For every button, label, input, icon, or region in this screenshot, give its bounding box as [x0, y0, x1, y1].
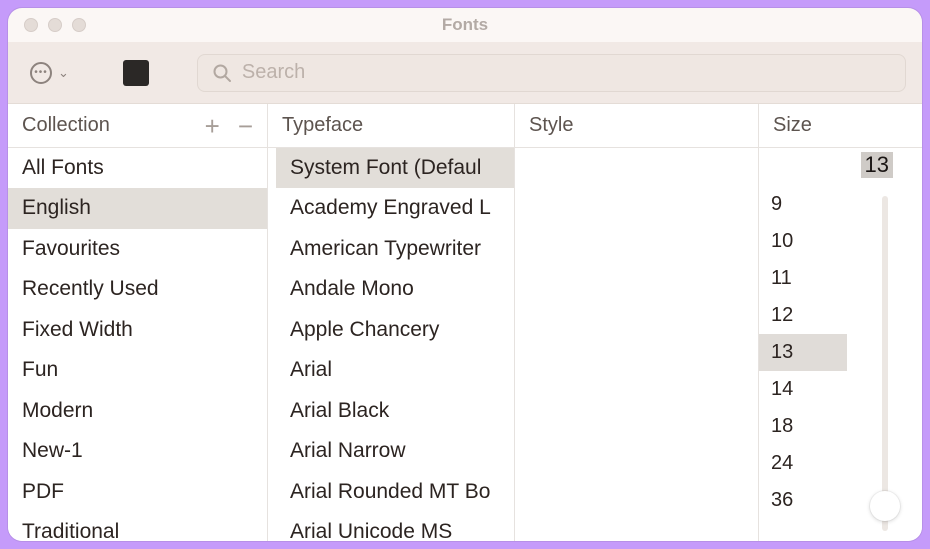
toolbar: ••• ⌄ [8, 42, 922, 104]
style-header: Style [515, 104, 759, 147]
fonts-window: Fonts ••• ⌄ Collection + − Typeface S [8, 8, 922, 541]
size-option[interactable]: 12 [759, 297, 847, 334]
size-input-wrap: 13 [759, 148, 922, 186]
size-slider[interactable] [847, 186, 922, 541]
size-option[interactable]: 14 [759, 371, 847, 408]
collection-column: All FontsEnglishFavouritesRecently UsedF… [8, 148, 268, 541]
collection-header: Collection + − [8, 104, 268, 147]
panel-body: All FontsEnglishFavouritesRecently UsedF… [8, 148, 922, 541]
color-swatch[interactable] [123, 60, 149, 86]
typeface-item[interactable]: Academy Engraved L [276, 188, 514, 228]
search-input[interactable] [242, 61, 891, 84]
size-option[interactable]: 9 [759, 186, 847, 223]
collection-item[interactable]: Traditional [8, 512, 267, 541]
typeface-item[interactable]: System Font (Defaul [276, 148, 514, 188]
collection-item[interactable]: Fixed Width [8, 310, 267, 350]
window-controls [8, 18, 86, 32]
remove-collection-button[interactable]: − [238, 113, 253, 139]
typeface-item[interactable]: Arial [276, 350, 514, 390]
style-header-label: Style [529, 114, 573, 137]
typeface-item[interactable]: Apple Chancery [276, 310, 514, 350]
collection-item[interactable]: PDF [8, 472, 267, 512]
size-option[interactable]: 18 [759, 408, 847, 445]
titlebar: Fonts [8, 8, 922, 42]
add-collection-button[interactable]: + [205, 113, 220, 139]
collection-item[interactable]: New-1 [8, 431, 267, 471]
zoom-window-button[interactable] [72, 18, 86, 32]
size-header: Size [759, 104, 922, 147]
search-field-wrapper [197, 54, 906, 92]
chevron-down-icon: ⌄ [58, 65, 69, 81]
size-option[interactable]: 13 [759, 334, 847, 371]
collection-header-label: Collection [22, 114, 110, 137]
collection-item[interactable]: Recently Used [8, 269, 267, 309]
typeface-item[interactable]: American Typewriter [276, 229, 514, 269]
size-input[interactable]: 13 [809, 152, 897, 182]
collection-item[interactable]: Modern [8, 391, 267, 431]
typeface-item[interactable]: Arial Unicode MS [276, 512, 514, 541]
minimize-window-button[interactable] [48, 18, 62, 32]
collection-item[interactable]: Fun [8, 350, 267, 390]
column-headers: Collection + − Typeface Style Size [8, 104, 922, 148]
slider-thumb[interactable] [870, 491, 900, 521]
size-option[interactable]: 36 [759, 482, 847, 519]
ellipsis-icon: ••• [30, 62, 52, 84]
size-option[interactable]: 11 [759, 260, 847, 297]
collection-item[interactable]: All Fonts [8, 148, 267, 188]
close-window-button[interactable] [24, 18, 38, 32]
size-list: 91011121314182436 [759, 186, 847, 541]
slider-track [882, 196, 888, 531]
collection-item[interactable]: Favourites [8, 229, 267, 269]
size-option[interactable]: 24 [759, 445, 847, 482]
typeface-header-label: Typeface [282, 114, 363, 137]
size-column: 13 91011121314182436 [759, 148, 922, 541]
collection-item[interactable]: English [8, 188, 267, 228]
typeface-item[interactable]: Arial Rounded MT Bo [276, 472, 514, 512]
search-icon [212, 63, 232, 83]
typeface-item[interactable]: Andale Mono [276, 269, 514, 309]
actions-menu-button[interactable]: ••• ⌄ [24, 58, 75, 88]
typeface-header: Typeface [268, 104, 515, 147]
size-header-label: Size [773, 114, 812, 137]
typeface-item[interactable]: Arial Narrow [276, 431, 514, 471]
style-column [515, 148, 759, 541]
typeface-column: System Font (DefaulAcademy Engraved LAme… [268, 148, 515, 541]
size-option[interactable]: 10 [759, 223, 847, 260]
window-title: Fonts [8, 15, 922, 35]
typeface-item[interactable]: Arial Black [276, 391, 514, 431]
